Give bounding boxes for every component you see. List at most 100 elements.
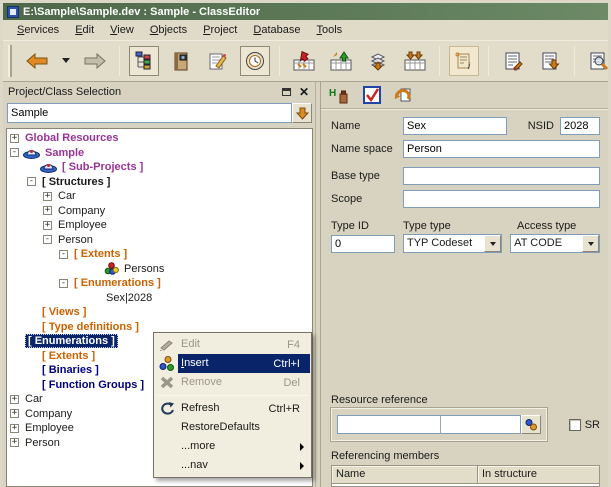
expander-icon[interactable]: - <box>27 177 36 186</box>
menu-objects[interactable]: Objects <box>142 22 195 38</box>
expander-icon <box>27 380 36 389</box>
tree-item[interactable]: Sex|2028 <box>7 291 312 306</box>
menu-edit[interactable]: Edit <box>67 22 102 38</box>
document-pen-icon <box>503 51 523 71</box>
project-filter-dropdown-button[interactable] <box>292 103 312 123</box>
resource-reference-part2[interactable] <box>441 416 520 433</box>
expander-icon[interactable]: + <box>10 134 19 143</box>
back-history-button[interactable] <box>59 46 73 76</box>
document-magnifier-icon <box>588 51 610 71</box>
accesstype-dropdown-button[interactable] <box>582 235 599 252</box>
script-info-button[interactable]: i <box>449 46 479 76</box>
project-icon <box>23 147 40 159</box>
expander-icon[interactable]: - <box>59 250 68 259</box>
toolbar-separator <box>439 46 440 76</box>
submenu-arrow-icon <box>300 462 304 470</box>
tree-item[interactable]: - Person <box>7 233 312 248</box>
tree-item[interactable]: + Car <box>7 189 312 204</box>
context-menu-item-restoredefaults[interactable]: RestoreDefaults <box>155 418 310 437</box>
tree-item[interactable]: [ Views ] <box>7 305 312 320</box>
history-button[interactable]: H <box>329 86 351 104</box>
tree-item[interactable]: + Employee <box>7 218 312 233</box>
basetype-input[interactable] <box>403 167 600 185</box>
balls-icon <box>524 418 538 431</box>
tree-view-button[interactable] <box>129 46 159 76</box>
sr-checkbox[interactable] <box>569 419 581 431</box>
sr-checkbox-row: SR <box>569 419 600 431</box>
menu-database[interactable]: Database <box>245 22 308 38</box>
forward-button[interactable] <box>80 46 110 76</box>
tree-item[interactable]: - [ Structures ] <box>7 175 312 190</box>
title-bar[interactable]: E:\Sample\Sample.dev : Sample - ClassEdi… <box>3 3 608 20</box>
typetype-select[interactable]: TYP Codeset <box>403 234 502 253</box>
expander-icon <box>27 366 36 375</box>
tree-item[interactable]: [ Sub-Projects ] <box>7 160 312 175</box>
tree-item[interactable]: + Global Resources <box>7 131 312 146</box>
tree-item[interactable]: - [ Extents ] <box>7 247 312 262</box>
send-objects-button[interactable] <box>363 46 393 76</box>
toolbar-grip[interactable] <box>8 45 12 77</box>
document-save-button[interactable] <box>535 46 565 76</box>
import-red-button[interactable] <box>289 46 319 76</box>
expander-icon[interactable]: - <box>10 148 19 157</box>
typeid-label: Type ID <box>331 220 403 232</box>
menu-view[interactable]: View <box>102 22 142 38</box>
name-input[interactable] <box>403 117 507 135</box>
class-watch-button[interactable] <box>240 46 270 76</box>
expander-icon[interactable]: + <box>10 395 19 404</box>
orange-down-arrow-icon <box>296 107 309 120</box>
typetype-dropdown-button[interactable] <box>484 235 501 252</box>
tree-item[interactable]: - [ Enumerations ] <box>7 276 312 291</box>
expander-icon[interactable]: + <box>10 409 19 418</box>
expander-icon[interactable]: - <box>59 279 68 288</box>
column-header-in-structure[interactable]: In structure <box>478 466 599 484</box>
back-button[interactable] <box>22 46 52 76</box>
panel-header: Project/Class Selection ✕ <box>6 83 313 101</box>
expander-icon[interactable]: + <box>10 424 19 433</box>
expander-icon[interactable]: + <box>43 221 52 230</box>
context-menu-item-refresh[interactable]: Refresh Ctrl+R <box>155 399 310 418</box>
resource-reference-field[interactable] <box>337 415 521 434</box>
repository-button[interactable] <box>166 46 196 76</box>
apply-button[interactable] <box>363 86 381 104</box>
load-table-button[interactable] <box>400 46 430 76</box>
expander-icon[interactable]: + <box>43 206 52 215</box>
scope-input[interactable] <box>403 190 600 208</box>
tree-item[interactable]: + Company <box>7 204 312 219</box>
expander-icon[interactable]: - <box>43 235 52 244</box>
scope-label: Scope <box>331 193 403 205</box>
resource-reference-part1[interactable] <box>338 416 441 433</box>
toolbar-separator <box>574 46 575 76</box>
menu-tools[interactable]: Tools <box>308 22 350 38</box>
accesstype-select[interactable]: AT CODE <box>510 234 600 253</box>
menu-project[interactable]: Project <box>195 22 245 38</box>
document-edit-button[interactable] <box>498 46 528 76</box>
tree-item[interactable]: Persons <box>7 262 312 277</box>
referencing-members-section: Referencing members Name In structure <box>331 450 600 487</box>
nsid-input[interactable] <box>560 117 600 135</box>
context-menu-item-nav[interactable]: ...nav <box>155 456 310 475</box>
column-header-name[interactable]: Name <box>332 466 478 484</box>
context-menu-item-insert[interactable]: Insert Ctrl+I <box>155 354 310 373</box>
edit-pencil-icon <box>155 339 178 351</box>
project-filter-row <box>7 103 312 125</box>
find-document-button[interactable] <box>584 46 611 76</box>
typeid-input[interactable] <box>331 235 395 253</box>
context-menu-item-more[interactable]: ...more <box>155 437 310 456</box>
expander-icon[interactable]: + <box>43 192 52 201</box>
name-label: Name <box>331 120 403 132</box>
namespace-input[interactable] <box>403 140 600 158</box>
import-green-button[interactable] <box>326 46 356 76</box>
tree-item[interactable]: - Sample <box>7 146 312 161</box>
project-filter-input[interactable] <box>7 103 292 123</box>
menu-services[interactable]: Services <box>9 22 67 38</box>
detail-toolbar: H <box>321 82 608 109</box>
resource-picker-button[interactable] <box>521 415 541 434</box>
revert-button[interactable] <box>393 86 413 104</box>
float-panel-icon[interactable] <box>282 88 291 96</box>
close-panel-icon[interactable]: ✕ <box>297 87 311 97</box>
expander-icon <box>27 351 36 360</box>
expander-icon[interactable]: + <box>10 438 19 447</box>
edit-object-button[interactable] <box>203 46 233 76</box>
toolbar-separator <box>279 46 280 76</box>
